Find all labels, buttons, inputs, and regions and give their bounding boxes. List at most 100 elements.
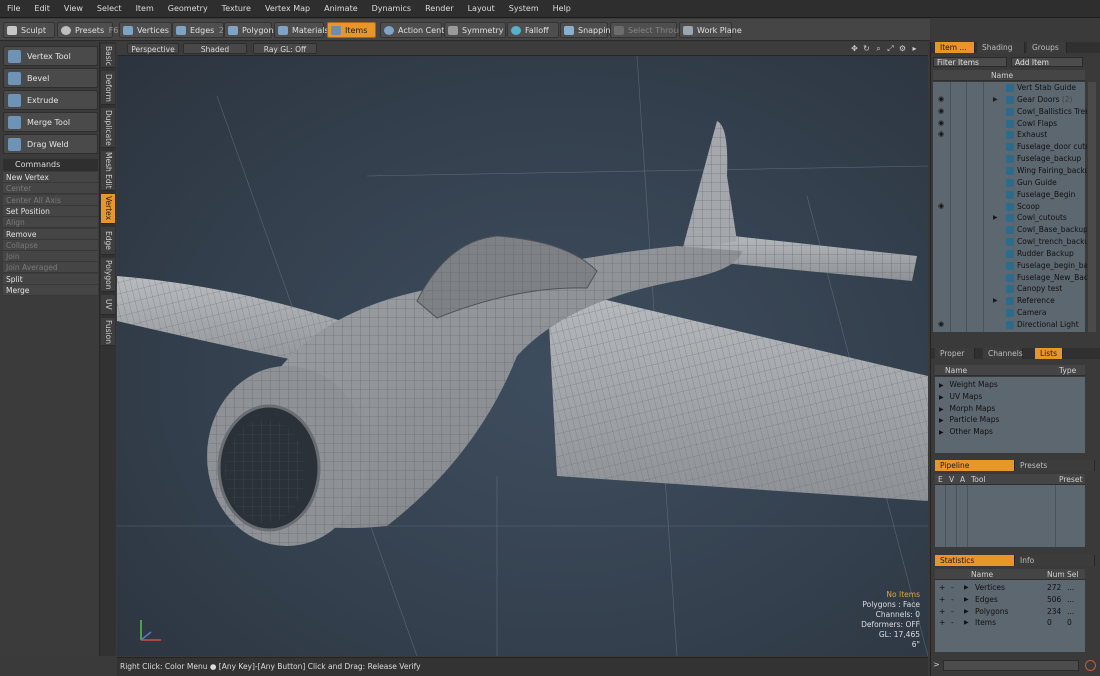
edges-mode-button[interactable]: Edges 2 bbox=[172, 22, 224, 38]
drag-weld-button[interactable]: Drag Weld bbox=[3, 134, 98, 154]
record-icon[interactable] bbox=[1085, 660, 1096, 671]
materials-mode-button[interactable]: Materials bbox=[274, 22, 329, 38]
item-row[interactable]: Rudder Backup bbox=[933, 248, 1087, 260]
view-type-dropdown[interactable]: Perspective bbox=[127, 43, 179, 54]
item-row[interactable]: Vert Stab Guide bbox=[933, 82, 1087, 94]
menu-layout[interactable]: Layout bbox=[461, 4, 502, 13]
menu-view[interactable]: View bbox=[57, 4, 90, 13]
item-row[interactable]: Gun Guide bbox=[933, 177, 1087, 189]
pan-icon[interactable]: ✥ bbox=[850, 44, 859, 53]
menu-texture[interactable]: Texture bbox=[215, 4, 258, 13]
symmetry-button[interactable]: Symmetry bbox=[444, 22, 506, 38]
item-row[interactable]: Canopy test bbox=[933, 283, 1087, 295]
snapping-button[interactable]: Snapping bbox=[560, 22, 616, 38]
pipeline-list[interactable] bbox=[935, 485, 1085, 547]
vertices-mode-button[interactable]: Vertices 1 bbox=[119, 22, 179, 38]
sculpt-button[interactable]: Sculpt bbox=[3, 22, 55, 38]
command-collapse[interactable]: Collapse bbox=[3, 239, 98, 251]
expand-arrow-icon[interactable]: ▶ bbox=[939, 406, 946, 413]
command-center[interactable]: Center bbox=[3, 183, 98, 195]
add-icon[interactable]: + bbox=[939, 582, 945, 593]
item-row[interactable]: ◉ ▶ Gear Doors (2) bbox=[933, 94, 1087, 106]
airplane-model[interactable] bbox=[117, 56, 928, 656]
items-mode-button[interactable]: Items bbox=[327, 22, 376, 38]
expand-arrow-icon[interactable]: ▶ bbox=[993, 295, 999, 307]
bevel-button[interactable]: Bevel bbox=[3, 68, 98, 88]
menu-help[interactable]: Help bbox=[546, 4, 578, 13]
remove-icon[interactable]: - bbox=[951, 594, 954, 605]
item-row[interactable]: Cowl_trench_backup bbox=[933, 236, 1087, 248]
item-row[interactable]: ◉ Directional Light bbox=[933, 319, 1087, 331]
command-input[interactable] bbox=[943, 660, 1079, 671]
command-merge[interactable]: Merge bbox=[3, 285, 98, 296]
command-center-all-axis[interactable]: Center All Axis bbox=[3, 194, 98, 206]
settings-gear-icon[interactable]: ⚙ bbox=[898, 44, 907, 53]
tab-items[interactable]: Item ... bbox=[935, 42, 975, 53]
item-row[interactable]: Fuselage_Begin bbox=[933, 189, 1087, 201]
stat-row[interactable]: + - ▶ Polygons 234... bbox=[939, 606, 1085, 617]
item-row[interactable]: ◉ Scoop bbox=[933, 201, 1087, 213]
stat-row[interactable]: + - ▶ Items 0 0 bbox=[939, 617, 1085, 628]
tab-mesh-edit[interactable]: Mesh Edit bbox=[101, 151, 115, 191]
command-join-averaged[interactable]: Join Averaged bbox=[3, 262, 98, 274]
add-icon[interactable]: + bbox=[939, 594, 945, 605]
menu-file[interactable]: File bbox=[0, 4, 27, 13]
add-icon[interactable]: + bbox=[939, 617, 945, 628]
expand-arrow-icon[interactable]: ▶ bbox=[939, 429, 946, 436]
visibility-eye-icon[interactable]: ◉ bbox=[938, 321, 946, 328]
command-split[interactable]: Split bbox=[3, 273, 98, 285]
tab-statistics[interactable]: Statistics bbox=[935, 555, 1015, 566]
expand-arrow-icon[interactable]: ▶ bbox=[939, 382, 946, 389]
expand-arrow-icon[interactable]: ▶ bbox=[993, 212, 999, 224]
expand-arrow-icon[interactable]: ▶ bbox=[964, 606, 969, 617]
command-new-vertex[interactable]: New Vertex bbox=[3, 172, 98, 183]
item-row[interactable]: ◉ Exhaust bbox=[933, 129, 1087, 141]
tab-vertex[interactable]: Vertex bbox=[101, 194, 115, 224]
item-row[interactable]: Camera bbox=[933, 307, 1087, 319]
menu-render[interactable]: Render bbox=[418, 4, 460, 13]
rotate-icon[interactable]: ↻ bbox=[862, 44, 871, 53]
stat-row[interactable]: + - ▶ Edges 506... bbox=[939, 594, 1085, 605]
item-row[interactable]: ◉ Cowl Flaps bbox=[933, 118, 1087, 130]
expand-arrow-icon[interactable]: ▶ bbox=[939, 417, 946, 424]
expand-arrow-icon[interactable]: ▶ bbox=[964, 594, 969, 605]
remove-icon[interactable]: - bbox=[951, 617, 954, 628]
item-row[interactable]: Fuselage_begin_backup bbox=[933, 260, 1087, 272]
tab-pipeline[interactable]: Pipeline bbox=[935, 460, 1015, 471]
expand-arrow-icon[interactable]: ▶ bbox=[964, 617, 969, 628]
command-align[interactable]: Align bbox=[3, 217, 98, 229]
expand-arrow-icon[interactable]: ▶ bbox=[964, 582, 969, 593]
tab-info[interactable]: Info bbox=[1015, 555, 1095, 566]
expand-arrow-icon[interactable]: ▶ bbox=[939, 394, 946, 401]
vertex-tool-button[interactable]: Vertex Tool bbox=[3, 46, 98, 66]
items-scrollbar[interactable] bbox=[1088, 82, 1096, 332]
map-list-item[interactable]: ▶ UV Maps bbox=[939, 391, 982, 402]
map-list-item[interactable]: ▶ Morph Maps bbox=[939, 403, 995, 414]
work-plane-button[interactable]: Work Plane bbox=[679, 22, 742, 38]
maps-list[interactable]: ▶ Weight Maps ▶ UV Maps ▶ Morph Maps ▶ Part… bbox=[935, 377, 1085, 453]
item-row[interactable]: Fuselage_backup bbox=[933, 153, 1087, 165]
command-join[interactable]: Join bbox=[3, 251, 98, 263]
polygons-mode-button[interactable]: Polygons bbox=[224, 22, 278, 38]
visibility-eye-icon[interactable]: ◉ bbox=[938, 107, 946, 115]
zoom-icon[interactable]: ⌕ bbox=[874, 44, 883, 53]
tab-properties[interactable]: Proper ... bbox=[935, 348, 975, 369]
tab-presets[interactable]: Presets bbox=[1015, 460, 1095, 471]
action-center-button[interactable]: Action Center bbox=[380, 22, 453, 38]
tab-edge[interactable]: Edge bbox=[101, 227, 115, 255]
menu-geometry[interactable]: Geometry bbox=[161, 4, 215, 13]
tab-polygon[interactable]: Polygon bbox=[101, 258, 115, 292]
commands-header[interactable]: Commands bbox=[3, 159, 98, 171]
tab-lists[interactable]: Lists bbox=[1035, 348, 1063, 359]
item-row[interactable]: Cowl_Base_backup bbox=[933, 224, 1087, 236]
fit-icon[interactable]: ⤢ bbox=[886, 44, 895, 53]
map-list-item[interactable]: ▶ Weight Maps bbox=[939, 379, 998, 390]
item-row[interactable]: Wing Fairing_backukp bbox=[933, 165, 1087, 177]
stat-row[interactable]: + - ▶ Vertices 272... bbox=[939, 582, 1085, 593]
visibility-eye-icon[interactable]: ◉ bbox=[938, 95, 946, 103]
tab-basic[interactable]: Basic bbox=[101, 44, 115, 68]
item-row[interactable]: ◉ Cowl_Ballistics Trench_r bbox=[933, 106, 1087, 118]
item-row[interactable]: Fuselage_New_Backup bbox=[933, 272, 1087, 284]
filter-items-input[interactable]: Filter Items bbox=[933, 57, 1007, 67]
map-list-item[interactable]: ▶ Other Maps bbox=[939, 426, 993, 437]
